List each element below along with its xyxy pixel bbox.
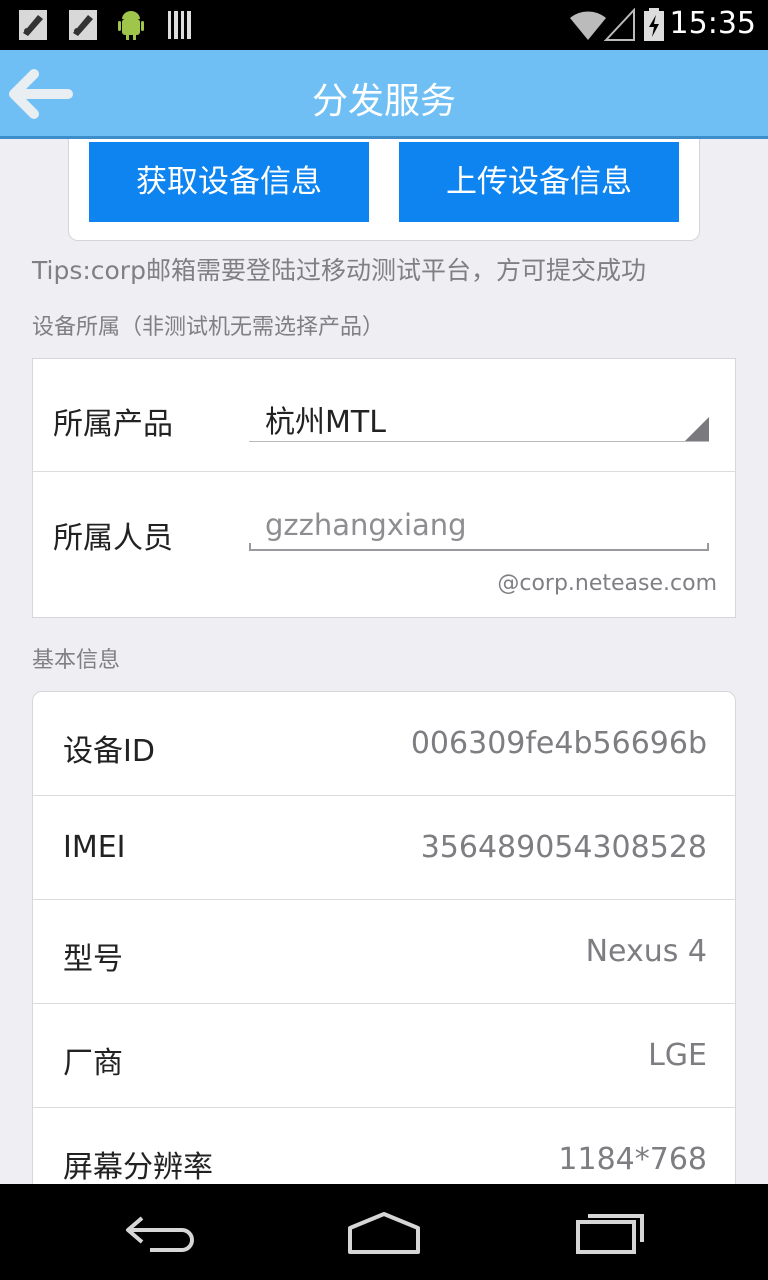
upload-device-info-button[interactable]: 上传设备信息 (399, 142, 679, 222)
dropdown-triangle-icon[interactable] (685, 417, 709, 441)
info-label: 屏幕分辨率 (63, 1150, 213, 1184)
product-label: 所属产品 (53, 407, 173, 442)
info-row-imei: IMEI 356489054308528 (33, 796, 735, 900)
ownership-section-label: 设备所属（非测试机无需选择产品） (32, 315, 385, 340)
info-value: 356489054308528 (420, 830, 707, 865)
title-bar: 分发服务 (0, 50, 768, 139)
input-edge (249, 543, 251, 551)
info-row-resolution: 屏幕分辨率 1184*768 (33, 1108, 735, 1184)
get-device-info-button[interactable]: 获取设备信息 (89, 142, 369, 222)
basic-info-card: 设备ID 006309fe4b56696b IMEI 3564890543085… (32, 691, 736, 1184)
android-debug-icon (118, 11, 144, 40)
info-row-device-id: 设备ID 006309fe4b56696b (33, 692, 735, 796)
basic-info-section-label: 基本信息 (32, 648, 121, 673)
status-bar: 15:35 (0, 0, 768, 50)
action-card: 获取设备信息 上传设备信息 (68, 139, 700, 241)
wifi-icon (570, 11, 606, 40)
info-label: 厂商 (63, 1046, 123, 1081)
notification-app-icon (69, 10, 97, 40)
nav-back-icon[interactable] (120, 1206, 200, 1258)
product-select-underline (249, 441, 709, 442)
tips-text: Tips:corp邮箱需要登陆过移动测试平台，方可提交成功 (32, 256, 646, 285)
member-input[interactable] (249, 501, 709, 551)
info-row-manufacturer: 厂商 LGE (33, 1004, 735, 1108)
info-value: 1184*768 (558, 1142, 707, 1177)
info-label: 型号 (63, 942, 123, 977)
ownership-card: 所属产品 杭州MTL 所属人员 @corp.netease.com (32, 358, 736, 618)
divider (33, 471, 735, 472)
info-value: Nexus 4 (585, 934, 707, 969)
page-title: 分发服务 (311, 81, 456, 122)
clock: 15:35 (669, 6, 756, 41)
info-value: LGE (648, 1038, 707, 1073)
cell-signal-icon (604, 8, 635, 41)
navigation-bar (0, 1184, 768, 1280)
battery-charging-icon (644, 8, 664, 41)
member-label: 所属人员 (53, 521, 173, 556)
nav-home-icon[interactable] (344, 1206, 424, 1258)
info-row-model: 型号 Nexus 4 (33, 900, 735, 1004)
nav-recents-icon[interactable] (570, 1206, 650, 1258)
product-select-value[interactable]: 杭州MTL (265, 397, 386, 441)
info-label: 设备ID (63, 734, 155, 769)
info-value: 006309fe4b56696b (410, 726, 707, 761)
barcode-icon (168, 11, 191, 39)
notification-app-icon (19, 10, 47, 40)
input-edge (707, 543, 709, 551)
main-content[interactable]: 获取设备信息 上传设备信息 Tips:corp邮箱需要登陆过移动测试平台，方可提… (0, 139, 768, 1184)
info-label: IMEI (63, 830, 126, 865)
email-domain-hint: @corp.netease.com (497, 571, 717, 596)
